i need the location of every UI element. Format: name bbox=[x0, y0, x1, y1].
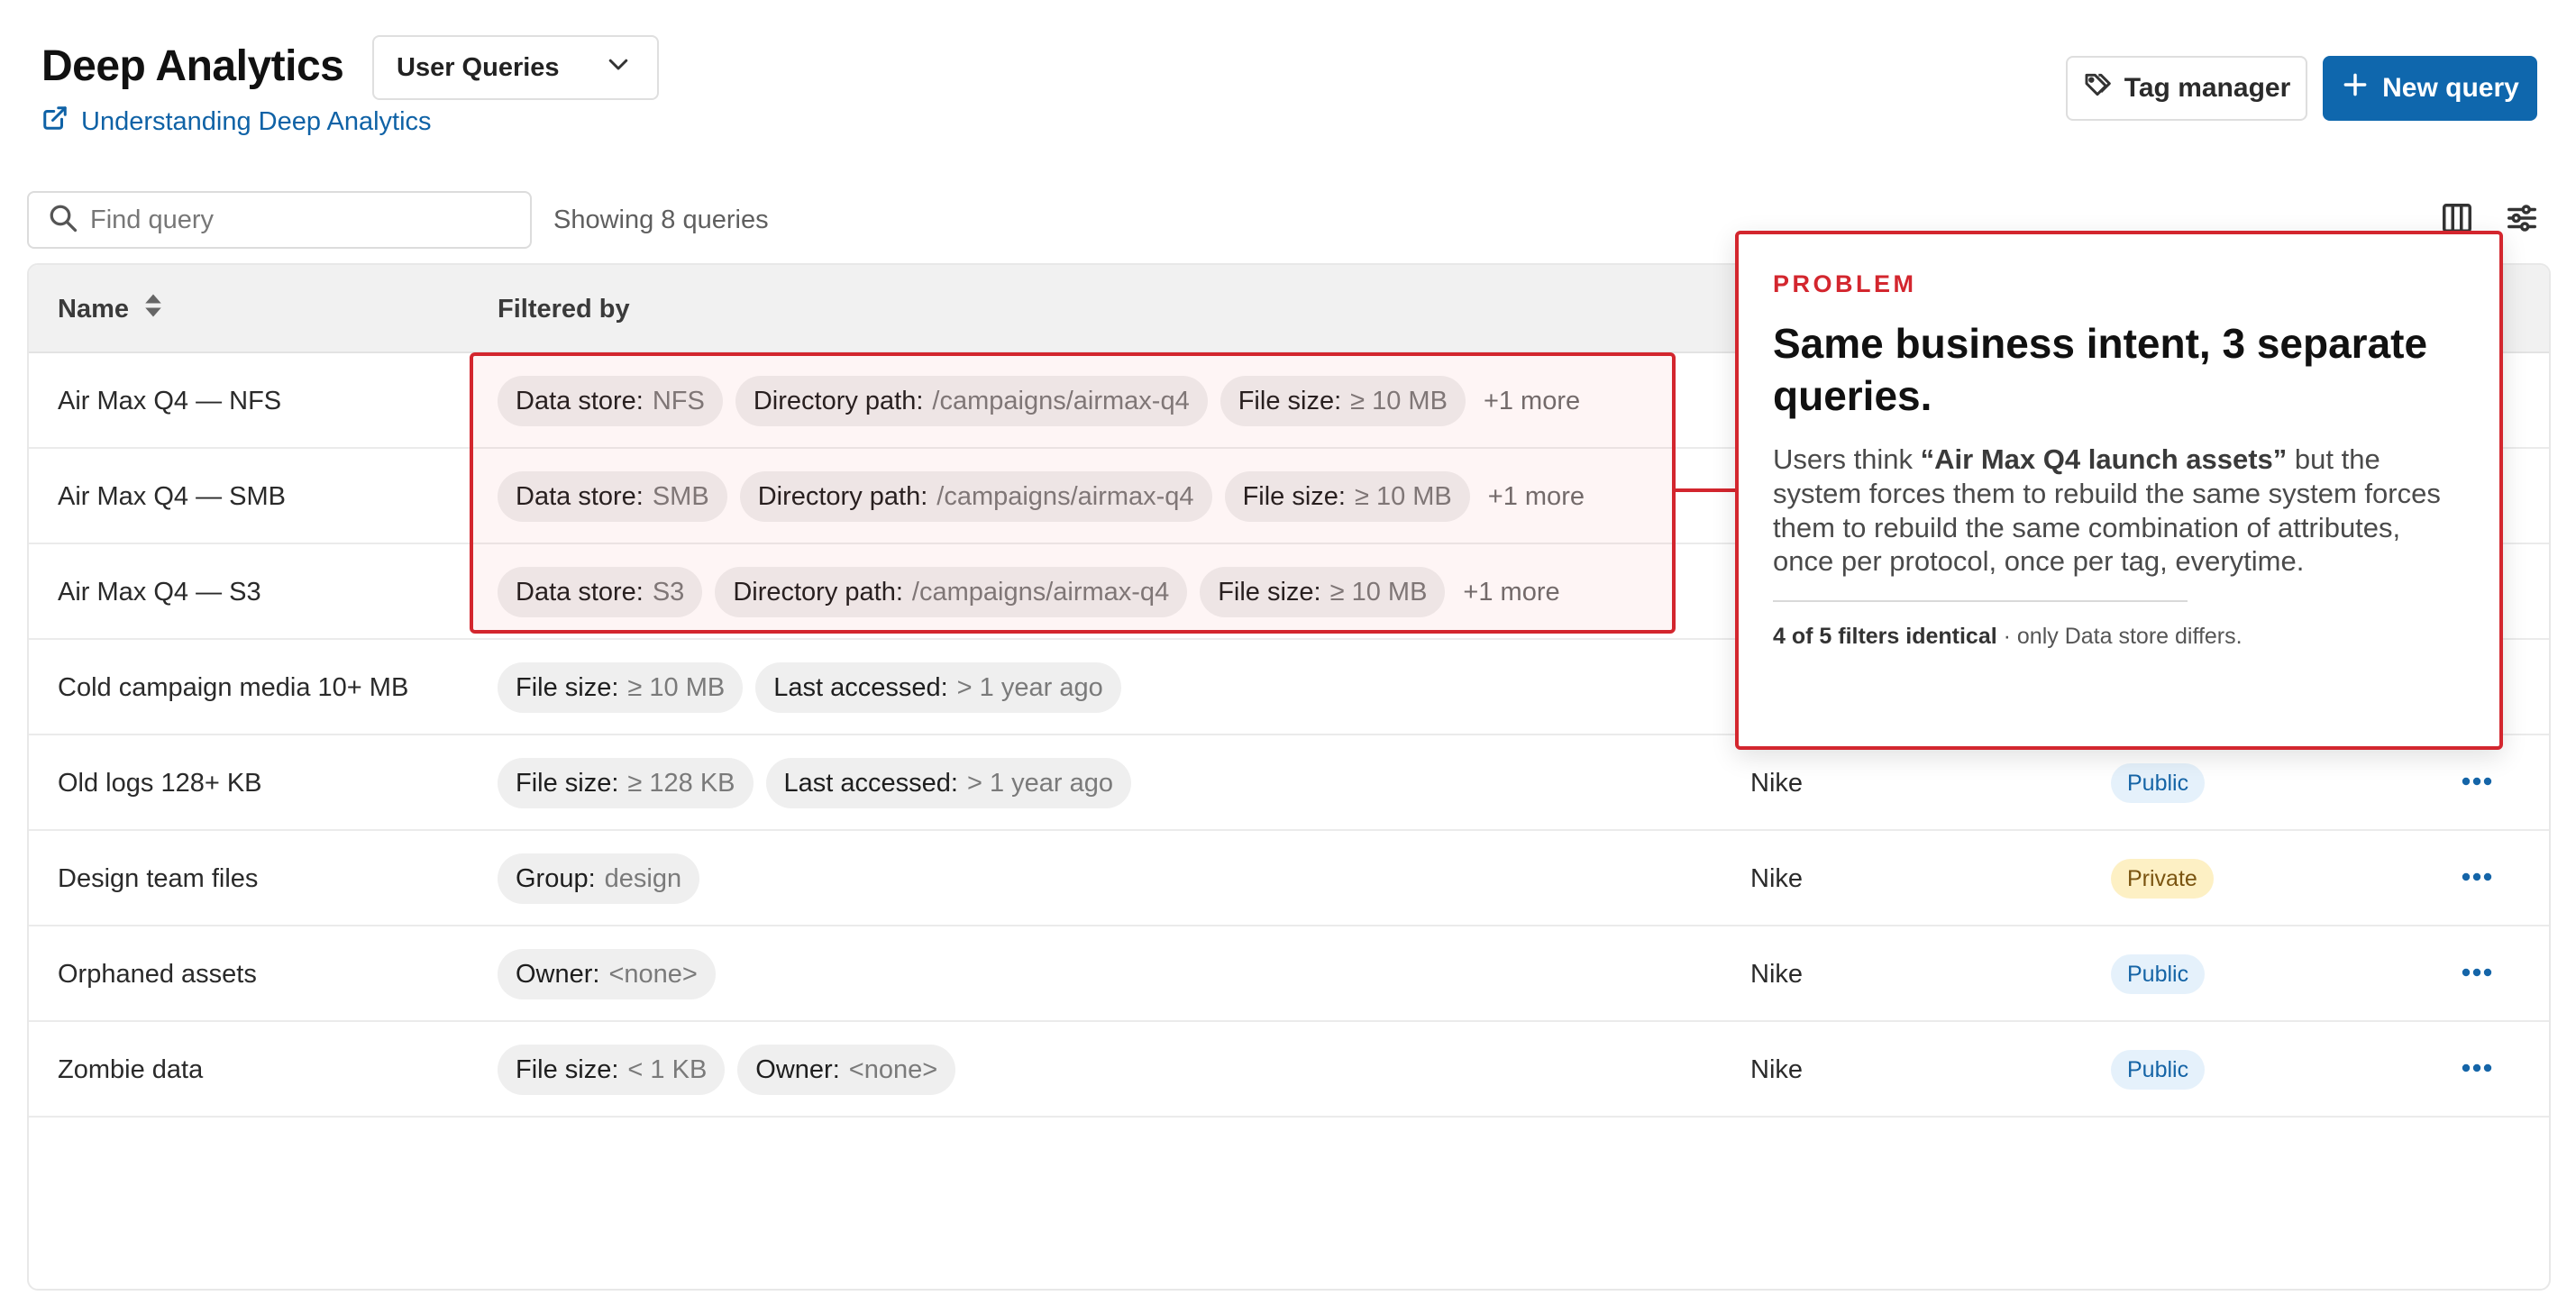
query-name[interactable]: Zombie data bbox=[58, 1022, 203, 1118]
page-title: Deep Analytics bbox=[41, 42, 344, 90]
tag-manager-label: Tag manager bbox=[2124, 73, 2291, 103]
callout-connector bbox=[1676, 488, 1736, 492]
more-horizontal-icon bbox=[2461, 1062, 2493, 1078]
query-name[interactable]: Cold campaign media 10+ MB bbox=[58, 640, 408, 735]
visibility-cell: Public bbox=[2111, 926, 2206, 1022]
filter-chips: File size: ≥ 128 KB Last accessed: > 1 year… bbox=[498, 735, 1132, 831]
callout-title: Same business intent, 3 separate queries… bbox=[1773, 320, 2428, 419]
filter-chip: File size: ≥ 128 KB bbox=[498, 758, 754, 808]
column-header-name-label: Name bbox=[58, 294, 129, 324]
table-row[interactable]: Orphaned assets Owner: <none> Nike Public bbox=[29, 926, 2549, 1022]
filter-chip-key: Owner: bbox=[516, 959, 600, 989]
problem-callout: PROBLEM Same business intent, 3 separate… bbox=[1735, 231, 2503, 750]
more-horizontal-icon bbox=[2461, 966, 2493, 982]
callout-foot-bold: 4 of 5 filters identical bbox=[1773, 624, 1997, 650]
query-name[interactable]: Design team files bbox=[58, 831, 258, 926]
chevron-down-icon bbox=[605, 50, 632, 85]
filter-chip-key: Last accessed: bbox=[773, 672, 948, 702]
sliders-icon bbox=[2505, 201, 2539, 240]
query-owner: Nike bbox=[1750, 863, 1804, 893]
visibility-cell: Public bbox=[2111, 1022, 2206, 1118]
callout-divider bbox=[1773, 600, 2188, 603]
query-name[interactable]: Air Max Q4 — NFS bbox=[58, 353, 281, 449]
duplicate-filters-highlight bbox=[470, 352, 1676, 634]
filter-chip: Last accessed: > 1 year ago bbox=[765, 758, 1132, 808]
filter-settings-button[interactable] bbox=[2502, 200, 2542, 240]
filter-chip-value: ≥ 10 MB bbox=[627, 672, 726, 702]
visibility-cell: Private bbox=[2111, 831, 2214, 926]
filter-chip-value: design bbox=[604, 863, 682, 893]
filter-chip-key: File size: bbox=[516, 1054, 619, 1084]
row-actions-button[interactable] bbox=[2461, 926, 2493, 1022]
view-select-value: User Queries bbox=[397, 52, 560, 82]
filter-chip-key: File size: bbox=[516, 768, 619, 798]
filter-chip-value: < 1 KB bbox=[627, 1054, 708, 1084]
understanding-link[interactable]: Understanding Deep Analytics bbox=[41, 105, 432, 139]
understanding-link-label: Understanding Deep Analytics bbox=[81, 106, 432, 136]
callout-foot-rest: · only Data store differs. bbox=[1996, 624, 2243, 650]
sort-icon[interactable] bbox=[142, 292, 165, 326]
new-query-button[interactable]: New query bbox=[2323, 56, 2537, 121]
filter-chips: Group: design bbox=[498, 831, 700, 926]
search-icon bbox=[47, 202, 79, 239]
filter-chip-key: Group: bbox=[516, 863, 596, 893]
filter-chip-value: > 1 year ago bbox=[966, 768, 1114, 798]
row-actions-button[interactable] bbox=[2461, 1022, 2493, 1118]
row-actions-button[interactable] bbox=[2461, 831, 2493, 926]
new-query-label: New query bbox=[2382, 73, 2519, 103]
callout-footnote: 4 of 5 filters identical · only Data sto… bbox=[1773, 624, 2465, 650]
plus-icon bbox=[2341, 70, 2370, 106]
filter-chip: Group: design bbox=[498, 853, 700, 904]
query-name[interactable]: Orphaned assets bbox=[58, 926, 257, 1022]
visibility-badge: Private bbox=[2111, 859, 2214, 899]
filter-chip-value: <none> bbox=[608, 959, 698, 989]
filter-chip: Owner: <none> bbox=[737, 1045, 956, 1095]
query-name[interactable]: Old logs 128+ KB bbox=[58, 735, 262, 831]
filter-chips: Owner: <none> bbox=[498, 926, 716, 1022]
filter-chip: Last accessed: > 1 year ago bbox=[755, 662, 1121, 713]
callout-kicker: PROBLEM bbox=[1773, 270, 1917, 297]
filter-chip-value: ≥ 128 KB bbox=[627, 768, 735, 798]
filter-chip-key: File size: bbox=[516, 672, 619, 702]
filter-chip-value: > 1 year ago bbox=[956, 672, 1103, 702]
query-name[interactable]: Air Max Q4 — SMB bbox=[58, 449, 286, 544]
tags-icon bbox=[2083, 70, 2112, 106]
column-header-name[interactable]: Name bbox=[58, 265, 165, 353]
visibility-badge: Public bbox=[2111, 1050, 2206, 1090]
filter-chip-value: <none> bbox=[848, 1054, 938, 1084]
visibility-badge: Public bbox=[2111, 954, 2206, 994]
query-owner: Nike bbox=[1750, 1054, 1804, 1084]
filter-chip: File size: ≥ 10 MB bbox=[498, 662, 744, 713]
external-link-icon bbox=[41, 105, 69, 139]
more-horizontal-icon bbox=[2461, 775, 2493, 791]
search-box[interactable] bbox=[27, 191, 532, 249]
query-owner: Nike bbox=[1750, 959, 1804, 989]
callout-body-prefix: Users think bbox=[1773, 443, 1921, 475]
tag-manager-button[interactable]: Tag manager bbox=[2066, 56, 2307, 121]
callout-body: Users think “Air Max Q4 launch assets” b… bbox=[1773, 443, 2467, 579]
visibility-badge: Public bbox=[2111, 763, 2206, 803]
filter-chip: File size: < 1 KB bbox=[498, 1045, 726, 1095]
table-row[interactable]: Zombie data File size: < 1 KB Owner: <none> N… bbox=[29, 1022, 2549, 1118]
view-select-dropdown[interactable]: User Queries bbox=[372, 35, 659, 100]
query-name[interactable]: Air Max Q4 — S3 bbox=[58, 544, 261, 640]
search-input[interactable] bbox=[90, 205, 523, 235]
more-horizontal-icon bbox=[2461, 871, 2493, 887]
filter-chips: File size: ≥ 10 MB Last accessed: > 1 year … bbox=[498, 640, 1121, 735]
callout-body-emphasis: “Air Max Q4 launch assets” bbox=[1920, 443, 2288, 475]
filter-chip-key: Last accessed: bbox=[783, 768, 958, 798]
filter-chips: File size: < 1 KB Owner: <none> bbox=[498, 1022, 956, 1118]
showing-count: Showing 8 queries bbox=[553, 205, 769, 234]
table-row[interactable]: Design team files Group: design Nike Private bbox=[29, 831, 2549, 926]
filter-chip: Owner: <none> bbox=[498, 949, 716, 999]
filter-chip-key: Owner: bbox=[755, 1054, 840, 1084]
column-header-filtered-by: Filtered by bbox=[498, 294, 630, 324]
